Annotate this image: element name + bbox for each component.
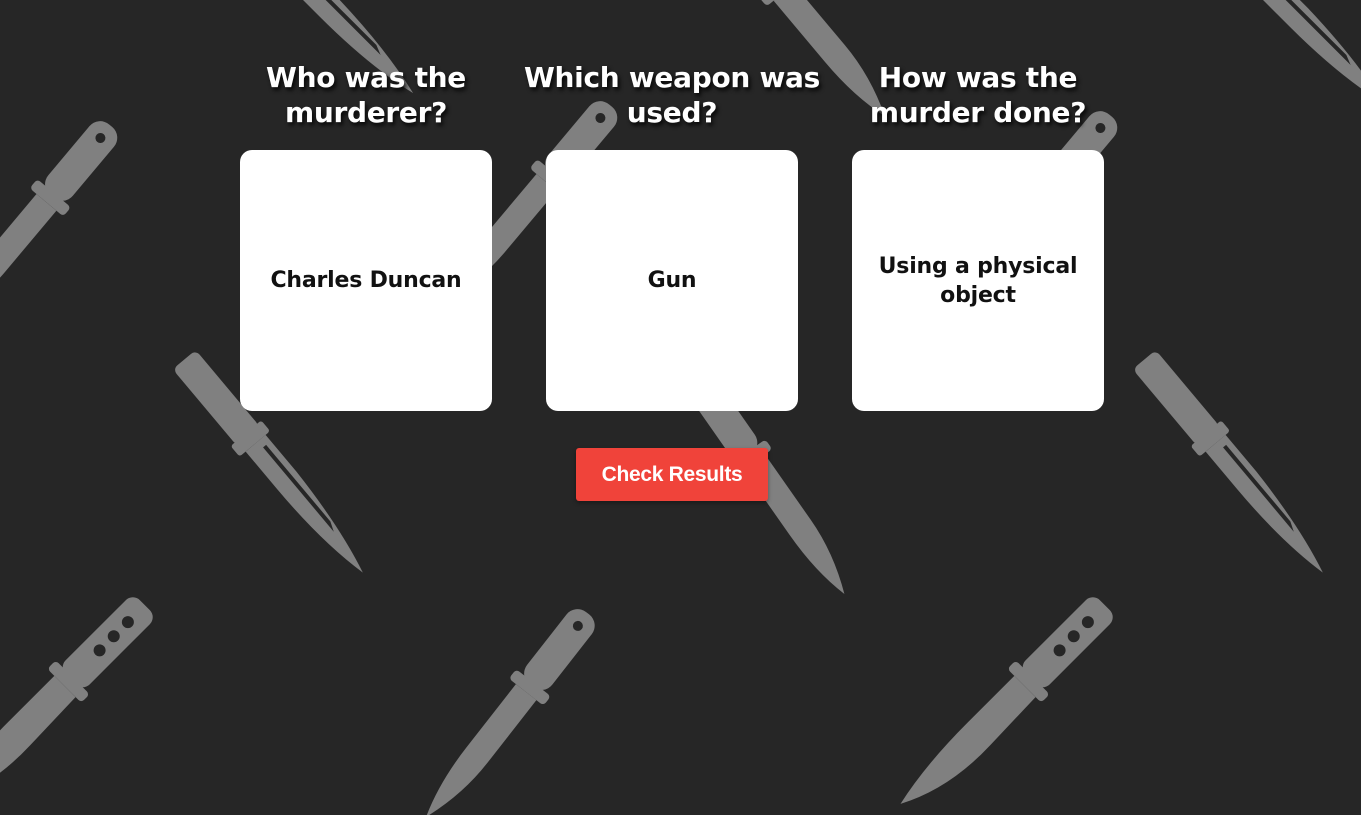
- check-results-button[interactable]: Check Results: [576, 448, 768, 501]
- answer-text-method: Using a physical object: [878, 253, 1078, 308]
- question-title-murderer: Who was the murderer?: [266, 61, 466, 129]
- answer-card-murderer[interactable]: Charles Duncan: [240, 150, 492, 411]
- answer-text-weapon: Gun: [647, 268, 697, 293]
- answer-text-murderer: Charles Duncan: [270, 268, 462, 293]
- answer-card-weapon[interactable]: Gun: [546, 150, 798, 411]
- question-title-method: How was the murder done?: [869, 61, 1087, 129]
- answer-card-method[interactable]: Using a physical object: [852, 150, 1104, 411]
- question-title-weapon: Which weapon was used?: [523, 61, 821, 129]
- game-screen: Who was the murderer? Charles Duncan Whi…: [0, 0, 1361, 815]
